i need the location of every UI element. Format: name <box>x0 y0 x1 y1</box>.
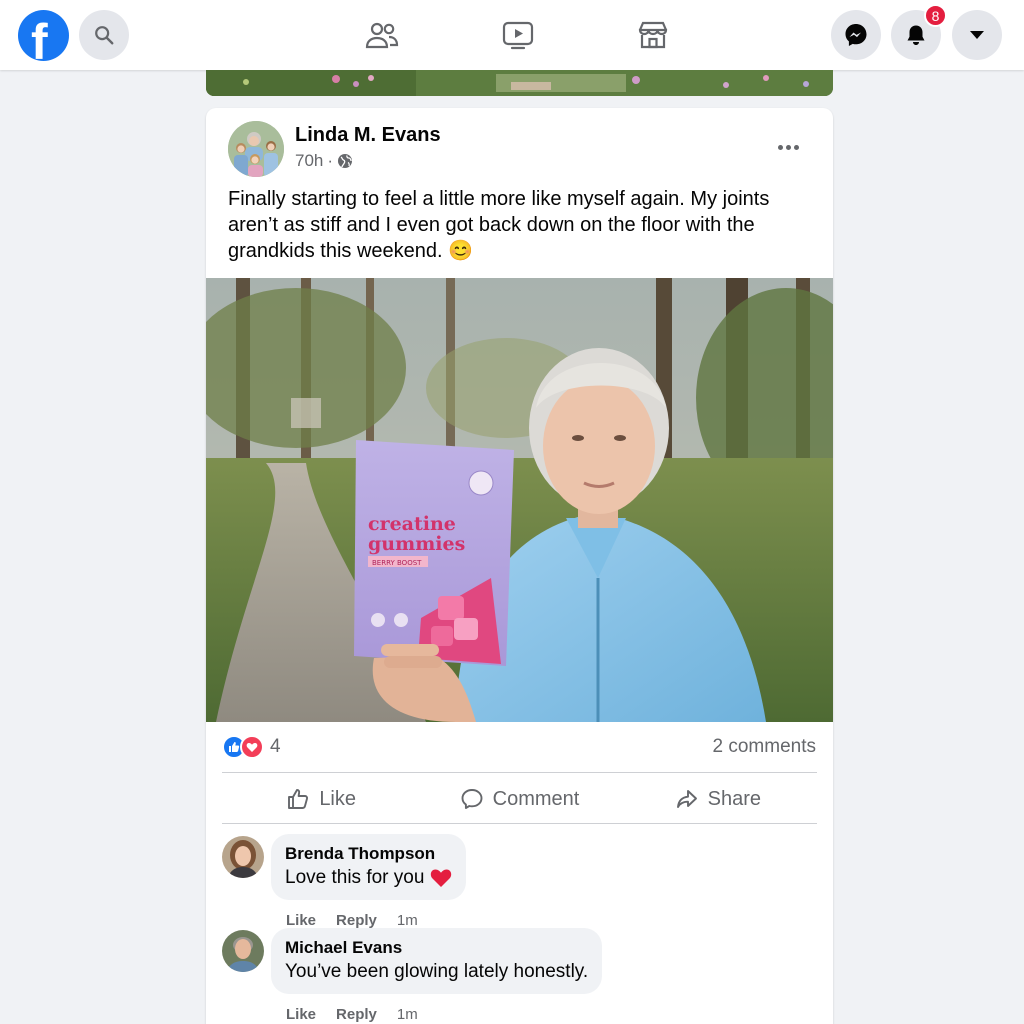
watch-nav-button[interactable] <box>500 17 536 53</box>
comment-like-link[interactable]: Like <box>286 912 316 929</box>
post-text: Finally starting to feel a little more l… <box>228 188 770 262</box>
comment-bubble: Michael Evans You’ve been glowing lately… <box>271 928 603 994</box>
comment-bubble: Brenda Thompson Love this for you <box>271 834 467 900</box>
commenter-avatar[interactable] <box>222 836 264 878</box>
comment-icon <box>461 789 483 809</box>
woman-avatar <box>222 836 264 878</box>
comment-reply-link[interactable]: Reply <box>336 1006 377 1023</box>
messenger-button[interactable] <box>831 10 881 60</box>
share-arrow-icon <box>676 790 697 808</box>
friends-icon <box>365 22 399 49</box>
commenter-avatar[interactable] <box>222 930 264 972</box>
more-dot-icon <box>793 144 799 150</box>
bell-icon <box>907 25 925 45</box>
love-reaction-icon <box>240 735 264 759</box>
facebook-logo[interactable]: f <box>18 10 69 61</box>
like-label: Like <box>319 787 357 810</box>
comment-time[interactable]: 1m <box>397 1006 418 1023</box>
post-photo[interactable]: creatine gummies BERRY BOOST <box>206 278 833 722</box>
comment-reply-link[interactable]: Reply <box>336 912 377 929</box>
post-meta: 70h · <box>295 151 353 171</box>
like-button[interactable]: Like <box>222 774 420 824</box>
post-time[interactable]: 70h <box>295 151 323 171</box>
comment-text-body: Love this for you <box>285 867 425 888</box>
post-options-button[interactable] <box>768 132 808 162</box>
caret-down-icon <box>970 31 984 39</box>
product-line1: creatine <box>368 513 456 535</box>
woman-holding-product-photo: creatine gummies BERRY BOOST <box>206 278 833 722</box>
divider <box>222 823 817 824</box>
marketplace-icon <box>638 21 668 49</box>
family-photo-avatar <box>228 121 284 177</box>
meta-separator: · <box>327 151 334 170</box>
post-actions: Like Comment Share <box>222 774 817 824</box>
globe-icon[interactable] <box>337 153 353 169</box>
logo-letter: f <box>31 14 48 61</box>
divider <box>222 772 817 773</box>
notification-badge: 8 <box>924 4 947 27</box>
previous-post-photo[interactable] <box>206 70 833 96</box>
messenger-icon <box>845 24 867 46</box>
comment-actions: Like Reply 1m <box>286 1006 418 1023</box>
search-button[interactable] <box>79 10 129 60</box>
comment-button[interactable]: Comment <box>420 774 618 824</box>
comment-like-link[interactable]: Like <box>286 1006 316 1023</box>
commenter-name[interactable]: Michael Evans <box>285 937 588 959</box>
author-name[interactable]: Linda M. Evans <box>295 124 441 147</box>
comment-time[interactable]: 1m <box>397 912 418 929</box>
product-tag: BERRY BOOST <box>372 559 422 567</box>
comment-text: Love this for you <box>285 865 452 891</box>
product-line2: gummies <box>368 533 465 555</box>
comment-actions: Like Reply 1m <box>286 912 418 929</box>
commenter-name[interactable]: Brenda Thompson <box>285 843 452 865</box>
thumbs-up-icon <box>288 789 309 809</box>
video-icon <box>502 21 534 50</box>
reaction-count: 4 <box>270 736 281 757</box>
account-menu-button[interactable] <box>952 10 1002 60</box>
author-avatar[interactable] <box>228 121 284 177</box>
comments-count-link[interactable]: 2 comments <box>713 736 816 758</box>
share-button[interactable]: Share <box>619 774 817 824</box>
man-avatar <box>222 930 264 972</box>
comment-text: You’ve been glowing lately honestly. <box>285 959 588 985</box>
post-card: Linda M. Evans 70h · Finally starting to… <box>206 108 833 1024</box>
garden-scene <box>206 70 833 96</box>
search-icon <box>95 26 114 45</box>
friends-nav-button[interactable] <box>364 17 400 53</box>
marketplace-nav-button[interactable] <box>635 17 671 53</box>
reaction-summary[interactable]: 4 <box>222 735 281 759</box>
more-dot-icon <box>785 144 791 150</box>
comment-label: Comment <box>492 787 580 810</box>
red-heart-emoji-icon <box>431 869 452 887</box>
top-navigation-bar: f 8 <box>0 0 1024 70</box>
comment-text-body: You’ve been glowing lately honestly. <box>285 961 589 982</box>
share-label: Share <box>707 787 761 810</box>
more-dot-icon <box>777 144 783 150</box>
